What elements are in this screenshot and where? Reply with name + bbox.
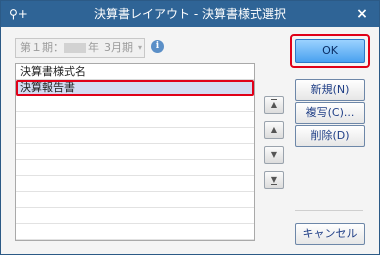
list-item-empty bbox=[16, 176, 254, 192]
list-item-empty bbox=[16, 112, 254, 128]
move-top-icon: ▲ bbox=[270, 99, 278, 109]
move-down-button[interactable]: ▼ bbox=[264, 146, 284, 164]
list-item-empty bbox=[16, 192, 254, 208]
move-down-icon: ▼ bbox=[270, 150, 278, 159]
period-month: 3月期 bbox=[104, 41, 133, 54]
move-up-button[interactable]: ▲ bbox=[264, 121, 284, 139]
move-up-icon: ▲ bbox=[270, 125, 278, 134]
copy-button[interactable]: 複写(C)... bbox=[295, 102, 365, 124]
new-button[interactable]: 新規(N) bbox=[295, 79, 365, 101]
list-item-empty bbox=[16, 144, 254, 160]
list-item-empty bbox=[16, 160, 254, 176]
period-dropdown[interactable]: 第１期： 年 3月期 ▾ bbox=[15, 38, 145, 58]
list-item-empty bbox=[16, 128, 254, 144]
list-item[interactable]: 決算報告書 bbox=[16, 80, 254, 96]
move-top-button[interactable]: ▲ bbox=[264, 96, 284, 114]
pin-plus-icon[interactable]: ⚲+ bbox=[9, 6, 31, 22]
dialog-window: ⚲+ 決算書レイアウト - 決算書様式選択 × 第１期： 年 3月期 ▾ i 決… bbox=[0, 0, 380, 255]
title-bar: ⚲+ 決算書レイアウト - 決算書様式選択 × bbox=[1, 1, 379, 27]
period-year-redacted bbox=[64, 43, 86, 53]
period-prefix: 第１期： bbox=[20, 41, 64, 54]
cancel-button[interactable]: キャンセル bbox=[295, 223, 365, 245]
ok-button[interactable]: OK bbox=[295, 39, 365, 63]
period-year-suffix: 年 bbox=[88, 41, 99, 54]
move-bottom-icon: ▼ bbox=[270, 175, 278, 185]
chevron-down-icon: ▾ bbox=[137, 43, 142, 52]
delete-button[interactable]: 削除(D) bbox=[295, 125, 365, 147]
window-title: 決算書レイアウト - 決算書様式選択 bbox=[94, 7, 286, 21]
close-icon[interactable]: × bbox=[353, 5, 371, 23]
list-item-empty bbox=[16, 224, 254, 240]
move-bottom-button[interactable]: ▼ bbox=[264, 171, 284, 189]
list-item-empty bbox=[16, 208, 254, 224]
divider bbox=[295, 210, 363, 211]
list-header: 決算書様式名 bbox=[16, 64, 254, 80]
info-icon[interactable]: i bbox=[151, 40, 164, 53]
list-item-empty bbox=[16, 96, 254, 112]
period-selector: 第１期： 年 3月期 ▾ i bbox=[15, 38, 175, 58]
layout-list[interactable]: 決算書様式名 決算報告書 bbox=[15, 63, 255, 241]
